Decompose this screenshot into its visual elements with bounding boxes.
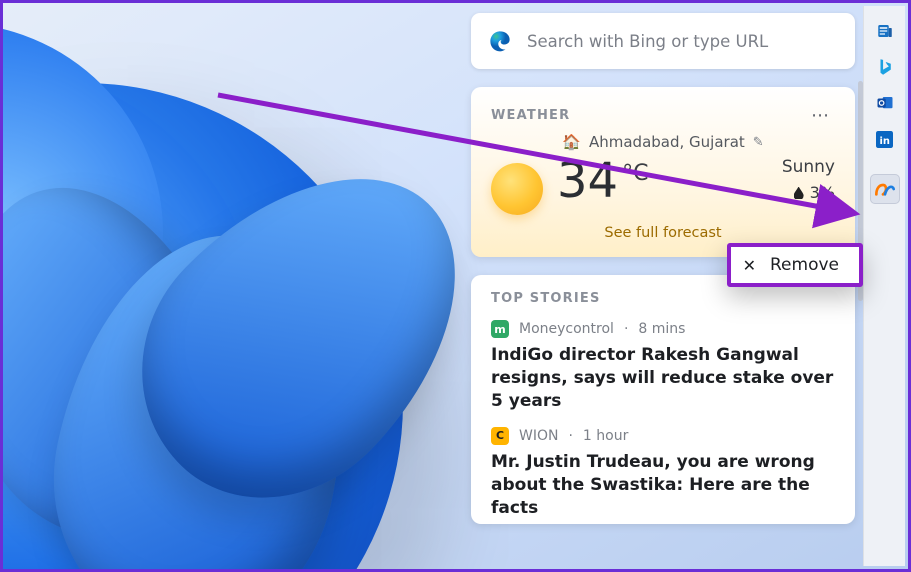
source-name: WION [519,428,558,444]
app-icon[interactable] [870,174,900,204]
home-icon: 🏠 [562,133,581,151]
see-full-forecast-link[interactable]: See full forecast [491,225,835,241]
story-age: 8 mins [638,321,685,337]
source-icon: C [491,427,509,445]
search-box[interactable]: Search with Bing or type URL [471,13,855,69]
story-age: 1 hour [583,428,628,444]
close-icon: ✕ [743,256,756,275]
bing-icon[interactable] [870,52,900,82]
linkedin-icon[interactable]: in [870,124,900,154]
temperature-value: 34 [557,157,618,205]
sun-icon [491,163,543,215]
remove-menu-item[interactable]: ✕ Remove [727,243,863,287]
remove-label: Remove [770,255,839,275]
weather-label: WEATHER [491,108,570,123]
edge-icon [489,30,511,52]
search-placeholder: Search with Bing or type URL [527,32,768,51]
outlook-icon[interactable] [870,88,900,118]
precip-value: 3% [810,183,835,202]
story-headline[interactable]: IndiGo director Rakesh Gangwal resigns, … [491,344,835,413]
location-text: Ahmadabad, Gujarat [589,133,745,151]
top-stories-label: TOP STORIES [491,291,835,306]
raindrop-icon [794,187,804,199]
story-item[interactable]: m Moneycontrol · 8 mins IndiGo director … [491,320,835,413]
weather-card: WEATHER ⋯ 🏠 Ahmadabad, Gujarat ✎ 34 °C S… [471,87,855,257]
news-icon[interactable] [870,16,900,46]
edit-location-icon[interactable]: ✎ [753,135,764,150]
top-stories-card: TOP STORIES m Moneycontrol · 8 mins Indi… [471,275,855,524]
story-item[interactable]: C WION · 1 hour Mr. Justin Trudeau, you … [491,427,835,520]
more-button[interactable]: ⋯ [807,103,835,127]
weather-location[interactable]: 🏠 Ahmadabad, Gujarat ✎ [491,133,835,151]
source-icon: m [491,320,509,338]
condition-text: Sunny [782,157,835,177]
temperature-unit: °C [622,161,648,186]
edge-sidebar: in [863,6,905,566]
story-headline[interactable]: Mr. Justin Trudeau, you are wrong about … [491,451,835,520]
source-name: Moneycontrol [519,321,614,337]
svg-text:in: in [880,135,890,146]
